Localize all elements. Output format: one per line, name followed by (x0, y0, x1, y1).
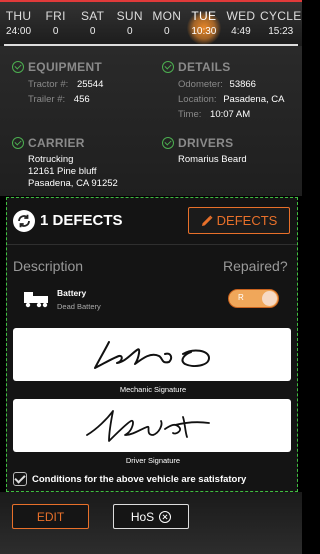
day-name: MON (152, 9, 182, 23)
day-hours: 4:49 (231, 26, 251, 37)
details-title-text: DETAILS (178, 60, 231, 74)
inspection-info: EQUIPMENT Tractor #: 25544 Trailer #: 45… (0, 46, 302, 196)
defects-panel: 1 DEFECTS DEFECTS Description Repaired? … (6, 197, 298, 492)
day-name: THU (5, 9, 32, 23)
carrier-name: Rotrucking (28, 154, 74, 165)
driver-name: Romarius Beard (178, 154, 247, 165)
odometer-label: Odometer: (178, 79, 223, 90)
cycle-hours: 15:23 (268, 26, 294, 37)
sync-icon[interactable] (13, 210, 35, 232)
equipment-title: EQUIPMENT (12, 60, 103, 74)
divider (7, 244, 297, 245)
mechanic-signature-label: Mechanic Signature (119, 385, 187, 394)
details-title: DETAILS (162, 60, 284, 74)
trailer-value: 456 (73, 94, 90, 105)
odometer-value: 53866 (229, 79, 256, 90)
defect-item-description: Dead Battery (57, 302, 101, 311)
day-hours: 0 (89, 26, 96, 37)
location-row: Location: Pasadena, CA (178, 94, 284, 105)
edit-button[interactable]: EDIT (12, 504, 89, 529)
carrier-street: 12161 Pine bluff (28, 166, 97, 177)
drivers-title-text: DRIVERS (178, 136, 234, 150)
pencil-icon (201, 215, 213, 226)
odometer-row: Odometer: 53866 (178, 79, 284, 90)
week-summary-bar: THU 24:00 FRI 0 SAT 0 SUN 0 MON 0 TUE 10… (0, 0, 302, 46)
tractor-label: Tractor #: (28, 79, 69, 90)
equipment-section: EQUIPMENT Tractor #: 25544 Trailer #: 45… (12, 60, 103, 105)
carrier-city: Pasadena, CA 91252 (28, 178, 118, 189)
hos-button-label: HoS (130, 509, 155, 524)
day-hours: 0 (126, 26, 133, 37)
tractor-value: 25544 (76, 79, 104, 90)
location-value: Pasadena, CA (223, 94, 285, 105)
driver-signature-pad[interactable] (13, 399, 291, 452)
trailer-label: Trailer #: (28, 94, 66, 105)
location-label: Location: (178, 94, 217, 105)
check-circle-icon (162, 137, 174, 149)
close-circle-icon (159, 510, 172, 523)
check-circle-icon (162, 61, 174, 73)
day-tue-active[interactable]: TUE 10:30 (185, 2, 222, 46)
conditions-label: Conditions for the above vehicle are sat… (32, 473, 247, 485)
defects-button-label: DEFECTS (216, 213, 278, 228)
conditions-row[interactable]: Conditions for the above vehicle are sat… (13, 472, 246, 486)
repaired-toggle-label: R (238, 293, 244, 302)
trailer-row: Trailer #: 456 (28, 94, 103, 105)
day-name: SAT (80, 9, 105, 23)
check-circle-icon (12, 137, 24, 149)
day-sat[interactable]: SAT 0 (74, 2, 111, 46)
driver-signature-label: Driver Signature (125, 456, 181, 465)
carrier-title: CARRIER (12, 136, 118, 150)
tractor-row: Tractor #: 25544 (28, 79, 103, 90)
check-circle-icon (12, 61, 24, 73)
defects-button[interactable]: DEFECTS (188, 207, 290, 234)
footer-bar: EDIT HoS (0, 492, 302, 554)
day-hours: 10:30 (191, 26, 217, 37)
details-section: DETAILS Odometer: 53866 Location: Pasade… (162, 60, 284, 120)
day-mon[interactable]: MON 0 (148, 2, 185, 46)
cycle-total: CYCLE 15:23 (259, 2, 302, 46)
day-name: SUN (116, 9, 143, 23)
day-thu[interactable]: THU 24:00 (0, 2, 37, 46)
mechanic-signature-drawing (94, 341, 210, 369)
time-row: Time: 10:07 AM (178, 109, 284, 120)
day-wed[interactable]: WED 4:49 (222, 2, 259, 46)
hos-button[interactable]: HoS (113, 504, 189, 529)
repaired-toggle[interactable]: R (228, 289, 279, 308)
day-hours: 0 (164, 26, 170, 37)
day-name: WED (226, 9, 256, 23)
day-hours: 24:00 (6, 26, 32, 37)
defects-count: 1 DEFECTS (40, 212, 123, 229)
app-root: THU 24:00 FRI 0 SAT 0 SUN 0 MON 0 TUE 10… (0, 0, 302, 554)
equipment-title-text: EQUIPMENT (28, 60, 103, 74)
defect-item-name: Battery (57, 288, 87, 298)
toggle-knob (262, 291, 277, 306)
drivers-section: DRIVERS Romarius Beard (162, 136, 247, 166)
day-name: FRI (45, 9, 66, 23)
cycle-label: CYCLE (259, 9, 302, 23)
day-name: TUE (191, 9, 217, 23)
description-header: Description (13, 258, 84, 274)
day-hours: 0 (52, 26, 59, 37)
driver-signature-drawing (86, 410, 210, 442)
carrier-section: CARRIER Rotrucking 12161 Pine bluff Pasa… (12, 136, 118, 190)
time-value: 10:07 AM (210, 109, 251, 120)
mechanic-signature-pad[interactable] (13, 328, 291, 381)
conditions-checkbox[interactable] (13, 472, 27, 486)
drivers-title: DRIVERS (162, 136, 247, 150)
day-sun[interactable]: SUN 0 (111, 2, 148, 46)
carrier-address: Rotrucking 12161 Pine bluff Pasadena, CA… (28, 154, 118, 190)
repaired-header: Repaired? (223, 258, 288, 274)
defects-header: 1 DEFECTS DEFECTS (7, 198, 297, 244)
truck-icon (24, 292, 48, 308)
carrier-title-text: CARRIER (28, 136, 85, 150)
day-fri[interactable]: FRI 0 (37, 2, 74, 46)
time-label: Time: (178, 109, 202, 120)
